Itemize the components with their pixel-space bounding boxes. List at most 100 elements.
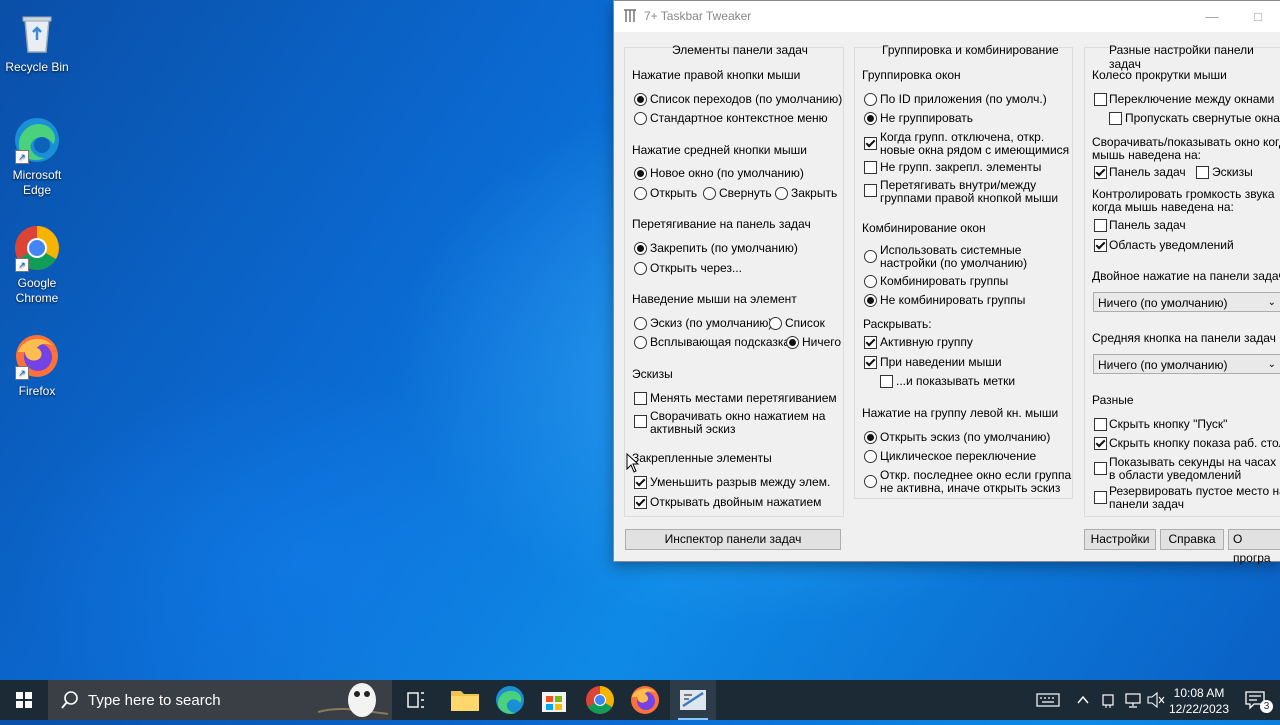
volume-button[interactable]: [1145, 680, 1167, 720]
clock[interactable]: 10:08 AM 12/22/2023: [1166, 685, 1232, 717]
taskbar-inspector-button[interactable]: Инспектор панели задач: [625, 529, 841, 550]
search-box[interactable]: Type here to search: [48, 680, 392, 720]
section-label: Сворачивать/показывать окно когда: [1092, 135, 1280, 149]
checkbox-volume-taskbar[interactable]: [1094, 219, 1107, 232]
radio-label: Открыть эскиз (по умолчанию): [880, 430, 1051, 444]
section-label: Группировка окон: [862, 68, 961, 82]
chevron-down-icon: ⌄: [1267, 297, 1276, 308]
start-button[interactable]: [0, 680, 48, 720]
radio-open[interactable]: [634, 187, 647, 200]
tray-device-icon-button[interactable]: [1098, 680, 1118, 720]
taskbar-chrome[interactable]: [577, 680, 623, 720]
radio-open-with[interactable]: [634, 262, 647, 275]
taskbar-edge[interactable]: [487, 680, 533, 720]
checkbox-wheel-taskbar[interactable]: [1094, 166, 1107, 179]
checkbox-label: панели задач: [1109, 497, 1184, 511]
desktop-icon-recycle-bin[interactable]: Recycle Bin: [4, 8, 70, 75]
radio-thumbnail[interactable]: [634, 317, 647, 330]
checkbox-no-group-pinned[interactable]: [864, 161, 877, 174]
radio-nothing[interactable]: [786, 336, 799, 349]
maximize-button[interactable]: □: [1235, 1, 1280, 32]
radio-open-last[interactable]: [864, 475, 877, 488]
minimize-button[interactable]: —: [1189, 1, 1235, 32]
edge-icon: [496, 686, 524, 714]
radio-no-combine[interactable]: [864, 294, 877, 307]
volume-muted-icon: [1147, 691, 1165, 709]
checkbox-drag-reorder[interactable]: [634, 392, 647, 405]
taskbar-tweaker-window: 7+ Taskbar Tweaker — □ Элементы панели з…: [613, 0, 1280, 565]
checkbox-switch-windows[interactable]: [1094, 93, 1107, 106]
checkbox-wheel-thumbnails[interactable]: [1196, 166, 1209, 179]
checkbox-volume-tray[interactable]: [1094, 239, 1107, 252]
taskbar: Type here to search 10:08 AM 12/22/2023 …: [0, 680, 1280, 720]
firefox-icon: ↗: [13, 332, 61, 380]
radio-minimize[interactable]: [703, 187, 716, 200]
about-button[interactable]: О програ: [1228, 529, 1280, 565]
radio-new-window[interactable]: [634, 167, 647, 180]
radio-label: Открыть через...: [650, 261, 742, 275]
group-title: Элементы панели задач: [672, 43, 808, 57]
checkbox-reserve-space[interactable]: [1094, 491, 1107, 504]
checkbox-label: Скрыть кнопку "Пуск": [1109, 417, 1228, 431]
radio-label: Список переходов (по умолчанию): [650, 92, 843, 106]
double-click-dropdown[interactable]: Ничего (по умолчанию) ⌄: [1093, 292, 1280, 312]
show-hidden-icons-button[interactable]: [1072, 680, 1094, 720]
radio-pin[interactable]: [634, 242, 647, 255]
checkbox-show-labels[interactable]: [880, 375, 893, 388]
checkbox-active-group[interactable]: [864, 336, 877, 349]
radio-tooltip[interactable]: [634, 336, 647, 349]
checkbox-open-near[interactable]: [864, 137, 877, 150]
checkbox-label: Пропускать свернутые окна: [1125, 111, 1280, 125]
radio-open-thumbnail[interactable]: [864, 431, 877, 444]
checkbox-on-hover[interactable]: [864, 356, 877, 369]
mouse-cursor-icon: [626, 452, 640, 473]
checkbox-show-seconds[interactable]: [1094, 462, 1107, 475]
section-label: Нажатие правой кнопки мыши: [632, 68, 801, 82]
section-label: Колесо прокрутки мыши: [1092, 68, 1227, 82]
checkbox-label: Менять местами перетягиванием: [650, 391, 837, 405]
checkbox-right-drag[interactable]: [864, 184, 877, 197]
taskbar-7tt[interactable]: [670, 680, 716, 720]
touch-keyboard-button[interactable]: [1034, 680, 1062, 720]
section-label: Раскрывать:: [863, 317, 932, 331]
notification-icon: [1245, 691, 1265, 710]
radio-close[interactable]: [775, 187, 788, 200]
checkbox-label: Скрыть кнопку показа раб. стола: [1109, 436, 1280, 450]
checkbox-hide-show-desktop[interactable]: [1094, 437, 1107, 450]
task-view-button[interactable]: [393, 680, 439, 720]
settings-button[interactable]: Настройки: [1084, 529, 1156, 550]
search-icon: [61, 691, 78, 709]
notification-badge: 3: [1260, 700, 1273, 713]
middle-button-dropdown[interactable]: Ничего (по умолчанию) ⌄: [1093, 354, 1280, 374]
section-label: Перетягивание на панель задач: [632, 217, 811, 231]
radio-cycle[interactable]: [864, 450, 877, 463]
action-center-button[interactable]: 3: [1238, 680, 1276, 720]
windows-logo-icon: [16, 692, 32, 708]
radio-jump-list[interactable]: [634, 93, 647, 106]
desktop-icon-edge[interactable]: ↗ Microsoft Edge: [4, 116, 70, 198]
title-bar[interactable]: 7+ Taskbar Tweaker — □: [614, 1, 1280, 32]
radio-list[interactable]: [769, 317, 782, 330]
checkbox-minimize-click[interactable]: [634, 415, 647, 428]
taskbar-file-explorer[interactable]: [442, 680, 488, 720]
radio-combine[interactable]: [864, 275, 877, 288]
desktop-icon-firefox[interactable]: ↗ Firefox: [4, 332, 70, 399]
checkbox-hide-start[interactable]: [1094, 418, 1107, 431]
desktop-icon-chrome[interactable]: ↗ Google Chrome: [4, 224, 70, 306]
checkbox-double-click-open[interactable]: [634, 496, 647, 509]
radio-standard-menu[interactable]: [634, 112, 647, 125]
taskbar-store[interactable]: [531, 680, 577, 720]
taskbar-firefox[interactable]: [622, 680, 668, 720]
radio-no-group[interactable]: [864, 112, 877, 125]
clock-date: 12/22/2023: [1168, 702, 1230, 716]
chevron-up-icon: [1077, 695, 1089, 704]
checkbox-skip-minimized[interactable]: [1109, 112, 1122, 125]
section-label: когда мышь наведена на:: [1092, 200, 1234, 214]
help-button[interactable]: Справка: [1160, 529, 1224, 550]
dropdown-value: Ничего (по умолчанию): [1098, 296, 1228, 310]
radio-system-settings[interactable]: [864, 250, 877, 263]
network-button[interactable]: [1122, 680, 1144, 720]
chrome-icon: [586, 686, 614, 714]
radio-app-id[interactable]: [864, 93, 877, 106]
checkbox-reduce-gap[interactable]: [634, 476, 647, 489]
